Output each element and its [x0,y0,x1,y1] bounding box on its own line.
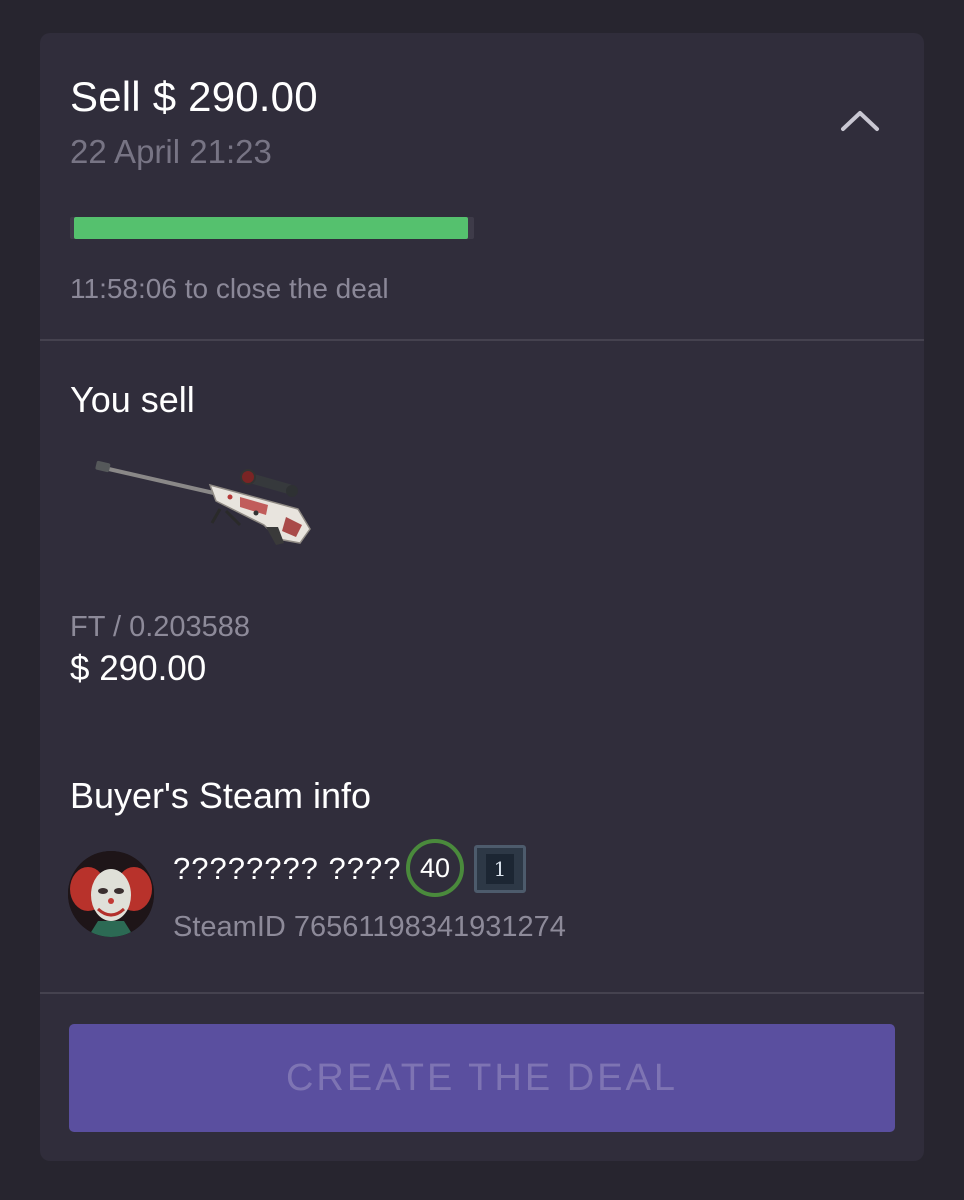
steam-badge: 1 [474,845,526,893]
buyer-name[interactable]: ???????? ???? [173,851,402,887]
buyer-avatar[interactable] [68,851,154,937]
item-wear: FT / 0.203588 [70,611,251,643]
divider [40,339,924,341]
deal-date: 22 April 21:23 [70,133,272,170]
deal-card: Sell $ 290.00 22 April 21:23 11:58:06 to… [40,33,924,1161]
awp-rifle-skin-icon [95,460,311,545]
you-sell-title: You sell [70,379,195,420]
buyer-steam-id: SteamID 76561198341931274 [173,911,566,943]
collapse-button[interactable] [834,95,886,147]
deal-timer-bar [70,217,474,239]
deal-header[interactable]: Sell $ 290.00 22 April 21:23 11:58:06 to… [40,33,924,339]
deal-title: Sell $ 290.00 [70,73,318,120]
clown-avatar-icon [68,851,154,937]
steam-badge-count: 1 [486,854,514,884]
deal-countdown: 11:58:06 to close the deal [70,273,389,304]
steam-level-badge: 40 [406,839,464,897]
divider [40,992,924,994]
chevron-up-icon [841,111,879,131]
deal-timer-fill [74,217,469,239]
buyer-info-title: Buyer's Steam info [70,775,372,816]
create-deal-button[interactable]: CREATE THE DEAL [69,1024,895,1132]
item-price: $ 290.00 [70,649,207,688]
